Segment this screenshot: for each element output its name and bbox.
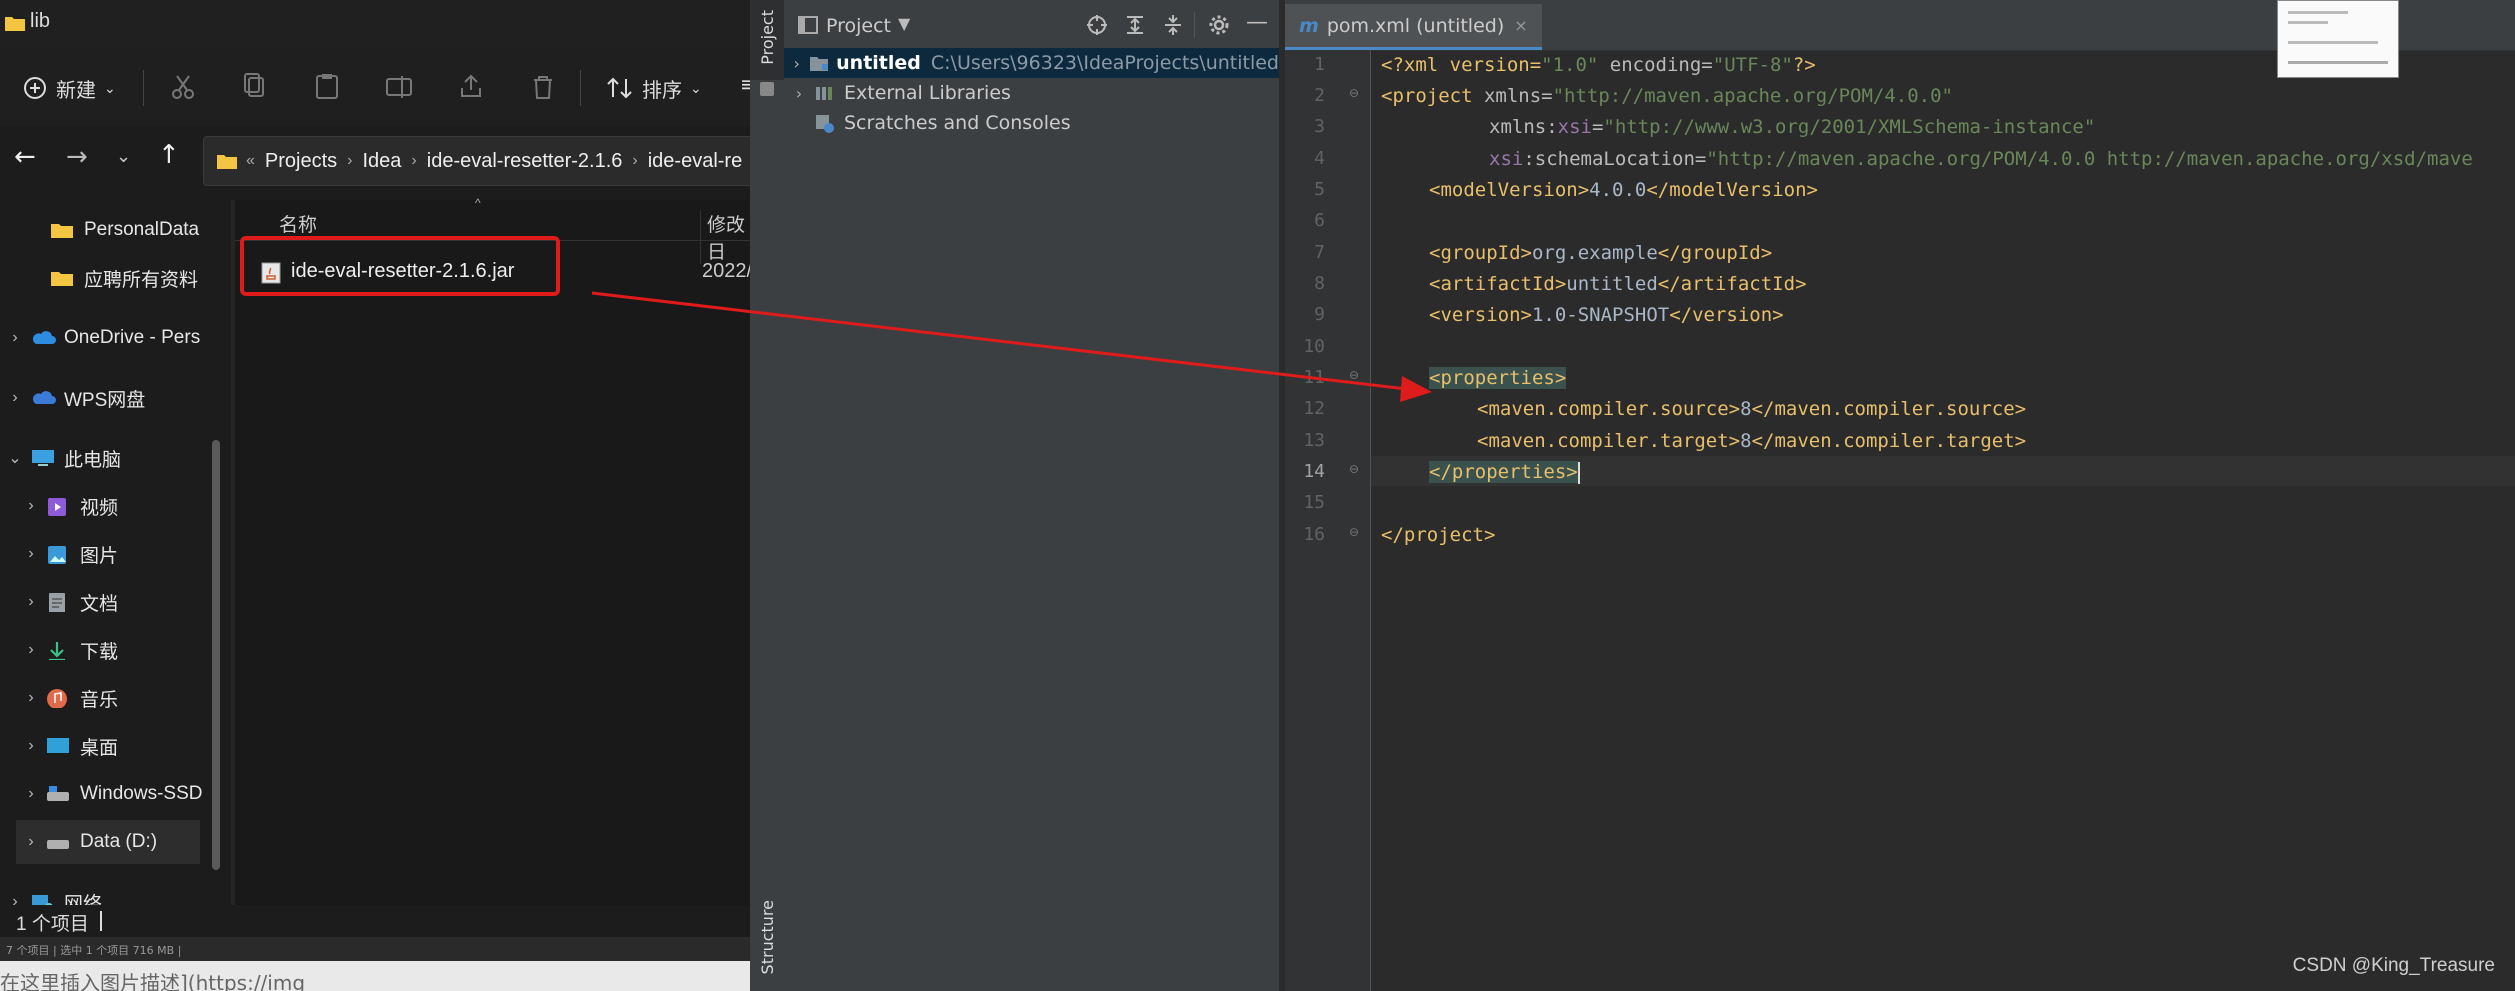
annotation-arrow-line	[591, 291, 1416, 392]
annotation-arrowhead	[1400, 376, 1432, 402]
annotation-arrow	[591, 291, 1432, 402]
